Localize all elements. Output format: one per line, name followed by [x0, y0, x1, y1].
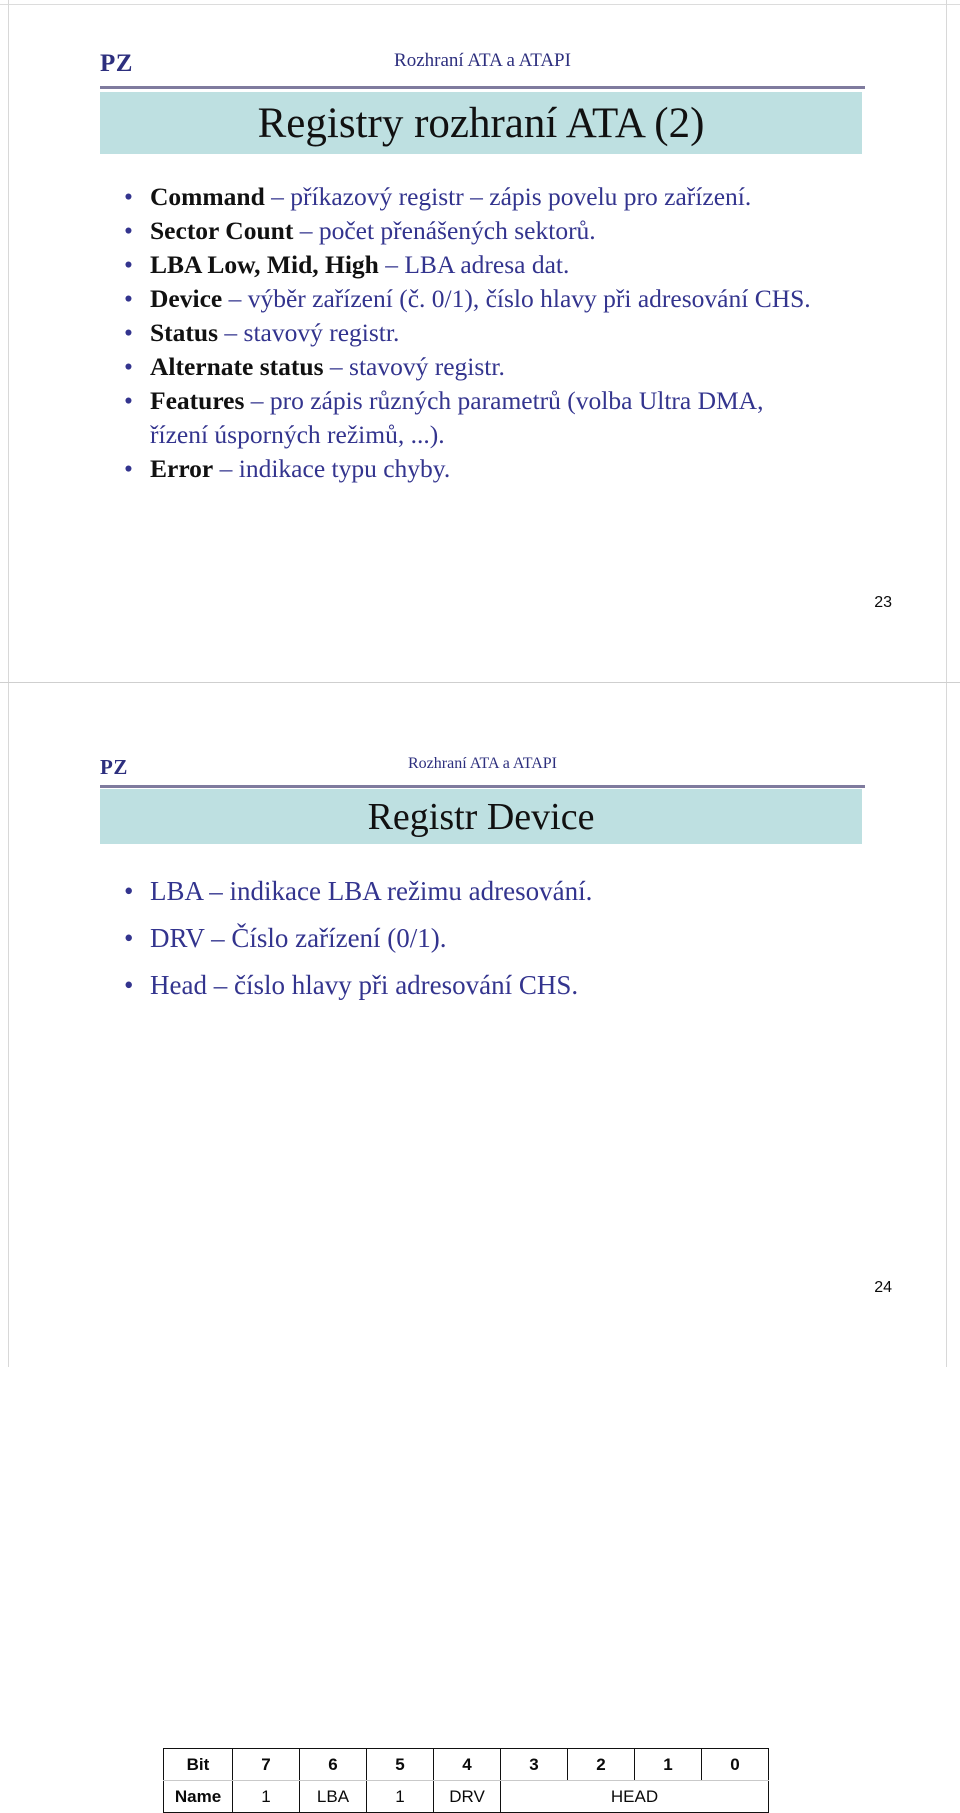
bullet-item: • LBA Low, Mid, High – LBA adresa dat.: [118, 248, 811, 282]
header-subject: Rozhraní ATA a ATAPI: [394, 50, 571, 71]
bullet-item: • DRV – Číslo zařízení (0/1).: [118, 915, 592, 962]
slide-registr-device: PZ Rozhraní ATA a ATAPI Registr Device •…: [0, 683, 960, 1813]
table-cell-bit: 3: [500, 1748, 568, 1781]
bullet-item: • Command – příkazový registr – zápis pov…: [118, 180, 811, 214]
bullet-item: • Head – číslo hlavy při adresování CHS.: [118, 962, 592, 1009]
bullet-description: příkazový registr – zápis povelu pro zař…: [290, 182, 752, 211]
page-number: 23: [874, 594, 892, 611]
bullet-dot-icon: •: [124, 182, 133, 211]
table-cell-bit: 6: [299, 1748, 367, 1781]
table-cell-name: HEAD: [500, 1780, 769, 1813]
bullet-description: LBA adresa dat.: [404, 250, 570, 279]
bullet-term: Features: [150, 386, 245, 415]
bullet-description: stavový registr.: [243, 318, 400, 347]
bullet-dot-icon: •: [124, 876, 134, 906]
page-title: Registr Device: [367, 795, 595, 838]
bullet-dot-icon: •: [124, 216, 133, 245]
table-row-bit: Bit 7 6 5 4 3 2 1 0: [163, 1748, 769, 1781]
table-cell-name: 1: [366, 1780, 434, 1813]
bullet-dash: –: [218, 318, 244, 347]
page-number: 24: [874, 1279, 892, 1296]
table-cell-bit: 1: [634, 1748, 702, 1781]
bullet-term: LBA Low, Mid, High: [150, 250, 379, 279]
bullet-dot-icon: •: [124, 970, 134, 1000]
bullet-term: Error: [150, 454, 214, 483]
table-rowlabel-bit: Bit: [163, 1748, 233, 1781]
bullet-item: • Status – stavový registr.: [118, 316, 811, 350]
table-cell-bit: 2: [567, 1748, 635, 1781]
bullet-item: • Device – výběr zařízení (č. 0/1), číslo…: [118, 282, 811, 316]
bullet-dash: –: [323, 352, 350, 381]
slide-header: PZ Rozhraní ATA a ATAPI: [100, 50, 865, 89]
bullet-term: Sector Count: [150, 216, 294, 245]
bullet-description: pro zápis různých parametrů (volba Ultra…: [269, 386, 764, 415]
bullet-item: • Sector Count – počet přenášených sektor…: [118, 214, 811, 248]
bullet-dot-icon: •: [124, 284, 133, 313]
page-title: Registry rozhraní ATA (2): [257, 99, 705, 147]
bullet-dot-icon: •: [124, 352, 133, 381]
slide-title-band: Registry rozhraní ATA (2): [100, 92, 862, 154]
bullet-description: indikace typu chyby.: [238, 454, 451, 483]
table-row-name: Name 1 LBA 1 DRV HEAD: [163, 1780, 769, 1813]
bullet-description: stavový registr.: [349, 352, 505, 381]
slide-header: PZ Rozhraní ATA a ATAPI: [100, 755, 865, 791]
bullet-dash: –: [244, 386, 270, 415]
bullet-text: LBA – indikace LBA režimu adresování.: [150, 876, 593, 906]
bullet-description: počet přenášených sektorů.: [318, 216, 596, 245]
bullet-list: • Command – příkazový registr – zápis pov…: [118, 180, 811, 486]
table-cell-bit: 7: [232, 1748, 300, 1781]
table-cell-bit: 5: [366, 1748, 434, 1781]
bullet-term: Command: [150, 182, 265, 211]
bullet-dot-icon: •: [124, 386, 133, 415]
bullet-dash: –: [222, 284, 248, 313]
bullet-term: Status: [150, 318, 219, 347]
bullet-text: DRV – Číslo zařízení (0/1).: [150, 923, 447, 953]
bullet-description: výběr zařízení (č. 0/1), číslo hlavy při…: [247, 284, 811, 313]
bullet-item: • LBA – indikace LBA režimu adresování.: [118, 868, 592, 915]
table-rowlabel-name: Name: [163, 1780, 233, 1813]
bullet-dash: –: [213, 454, 239, 483]
header-rule: [100, 785, 865, 788]
bullet-term: Alternate status: [150, 352, 324, 381]
header-subject: Rozhraní ATA a ATAPI: [408, 755, 557, 772]
bullet-item: • Error – indikace typu chyby.: [118, 452, 811, 486]
bullet-dot-icon: •: [124, 923, 134, 953]
header-rule: [100, 86, 865, 89]
bullet-dash: –: [293, 216, 319, 245]
bullet-dot-icon: •: [124, 250, 133, 279]
bullet-dash: –: [378, 250, 405, 279]
bullet-item: • Alternate status – stavový registr.: [118, 350, 811, 384]
bullet-term: Device: [150, 284, 223, 313]
table-cell-bit: 4: [433, 1748, 501, 1781]
slide-registry-rozhrani-ata-2: PZ Rozhraní ATA a ATAPI Registry rozhran…: [0, 0, 960, 682]
bullet-dot-icon: •: [124, 454, 133, 483]
slide-title-band: Registr Device: [100, 789, 862, 844]
table-cell-name: DRV: [433, 1780, 501, 1813]
table-cell-name: 1: [232, 1780, 300, 1813]
bullet-dash: –: [264, 182, 291, 211]
table-cell-name: LBA: [299, 1780, 367, 1813]
device-register-bit-table: Bit 7 6 5 4 3 2 1 0 Name 1 LBA 1 DRV HEAD: [163, 1748, 769, 1813]
bullet-dot-icon: •: [124, 318, 133, 347]
bullet-item: • Features – pro zápis různých parametrů …: [118, 384, 811, 452]
bullet-description-continued: řízení úsporných režimů, ...).: [150, 420, 445, 449]
bullet-list: • LBA – indikace LBA režimu adresování. • D…: [118, 868, 592, 1009]
bullet-text: Head – číslo hlavy při adresování CHS.: [150, 970, 579, 1000]
table-cell-bit: 0: [701, 1748, 769, 1781]
